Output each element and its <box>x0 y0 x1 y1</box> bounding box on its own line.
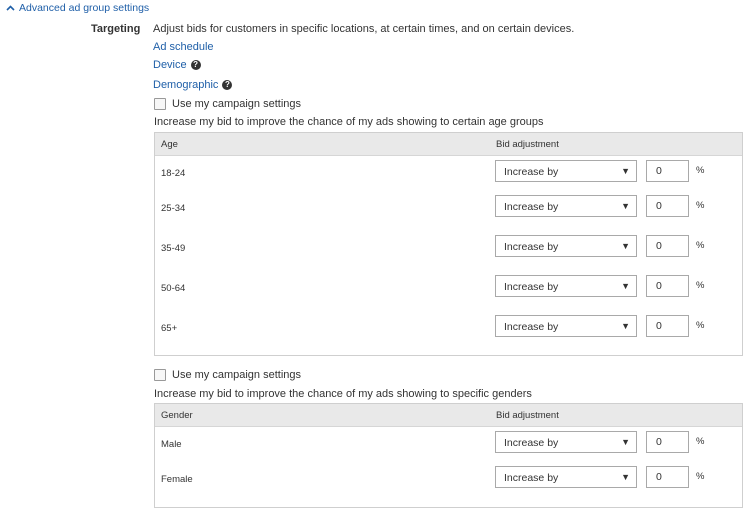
advanced-settings-label: Advanced ad group settings <box>19 2 150 14</box>
gender-use-campaign-checkbox[interactable] <box>154 369 166 381</box>
table-row: 65+ Increase by ▼ 0 % <box>155 311 742 351</box>
gender-column-header: Gender <box>161 410 193 421</box>
gender-table-header: Gender Bid adjustment <box>155 404 742 427</box>
dropdown-arrow-icon: ▼ <box>621 281 630 291</box>
demographic-link[interactable]: Demographic ? <box>153 79 233 91</box>
dropdown-arrow-icon: ▼ <box>621 201 630 211</box>
bid-mode-value: Increase by <box>504 472 559 484</box>
table-row: Male Increase by ▼ 0 % <box>155 427 742 462</box>
percent-unit: % <box>696 436 705 447</box>
bid-mode-select[interactable]: Increase by ▼ <box>495 431 637 453</box>
dropdown-arrow-icon: ▼ <box>621 166 630 176</box>
age-range-label: 25-34 <box>161 203 186 214</box>
age-table-header: Age Bid adjustment <box>155 133 742 156</box>
bid-mode-select[interactable]: Increase by ▼ <box>495 315 637 337</box>
ad-schedule-link-label: Ad schedule <box>153 41 214 53</box>
bid-percent-input[interactable]: 0 <box>646 160 689 182</box>
age-description: Increase my bid to improve the chance of… <box>154 116 544 128</box>
bid-percent-input[interactable]: 0 <box>646 275 689 297</box>
bid-mode-select[interactable]: Increase by ▼ <box>495 235 637 257</box>
bid-mode-value: Increase by <box>504 321 559 333</box>
bid-mode-select[interactable]: Increase by ▼ <box>495 195 637 217</box>
table-row: 50-64 Increase by ▼ 0 % <box>155 271 742 311</box>
bid-mode-value: Increase by <box>504 166 559 178</box>
device-link-label: Device <box>153 59 187 71</box>
gender-label: Female <box>161 474 193 485</box>
age-range-label: 50-64 <box>161 283 186 294</box>
table-row: 18-24 Increase by ▼ 0 % <box>155 156 742 191</box>
age-use-campaign-settings[interactable]: Use my campaign settings <box>154 98 301 110</box>
dropdown-arrow-icon: ▼ <box>621 437 630 447</box>
bid-percent-input[interactable]: 0 <box>646 315 689 337</box>
gender-description: Increase my bid to improve the chance of… <box>154 388 532 400</box>
demographic-link-label: Demographic <box>153 79 219 91</box>
advanced-settings-toggle[interactable]: Advanced ad group settings <box>6 2 149 14</box>
targeting-description: Adjust bids for customers in specific lo… <box>153 23 575 35</box>
age-range-label: 65+ <box>161 323 178 334</box>
bid-percent-input[interactable]: 0 <box>646 431 689 453</box>
ad-schedule-link[interactable]: Ad schedule <box>153 41 214 53</box>
bid-mode-select[interactable]: Increase by ▼ <box>495 275 637 297</box>
gender-use-campaign-settings[interactable]: Use my campaign settings <box>154 369 301 381</box>
percent-unit: % <box>696 280 705 291</box>
age-bid-table: Age Bid adjustment 18-24 Increase by ▼ 0… <box>154 132 743 356</box>
age-use-campaign-label: Use my campaign settings <box>172 98 301 110</box>
bid-mode-value: Increase by <box>504 241 559 253</box>
age-column-header: Age <box>161 139 178 150</box>
percent-unit: % <box>696 165 705 176</box>
bid-mode-select[interactable]: Increase by ▼ <box>495 160 637 182</box>
age-range-label: 35-49 <box>161 243 186 254</box>
bid-mode-value: Increase by <box>504 437 559 449</box>
help-icon[interactable]: ? <box>222 80 233 90</box>
bid-percent-input[interactable]: 0 <box>646 195 689 217</box>
percent-unit: % <box>696 240 705 251</box>
gender-bid-table: Gender Bid adjustment Male Increase by ▼… <box>154 403 743 508</box>
table-row: Female Increase by ▼ 0 % <box>155 462 742 502</box>
targeting-label: Targeting <box>91 23 141 35</box>
bid-adjustment-column-header: Bid adjustment <box>496 410 559 421</box>
bid-percent-input[interactable]: 0 <box>646 235 689 257</box>
table-row: 25-34 Increase by ▼ 0 % <box>155 191 742 231</box>
bid-adjustment-column-header: Bid adjustment <box>496 139 559 150</box>
table-row: 35-49 Increase by ▼ 0 % <box>155 231 742 271</box>
bid-mode-select[interactable]: Increase by ▼ <box>495 466 637 488</box>
help-icon[interactable]: ? <box>190 60 201 70</box>
age-range-label: 18-24 <box>161 168 186 179</box>
bid-mode-value: Increase by <box>504 281 559 293</box>
dropdown-arrow-icon: ▼ <box>621 472 630 482</box>
device-link[interactable]: Device ? <box>153 59 201 71</box>
dropdown-arrow-icon: ▼ <box>621 321 630 331</box>
percent-unit: % <box>696 200 705 211</box>
bid-percent-input[interactable]: 0 <box>646 466 689 488</box>
dropdown-arrow-icon: ▼ <box>621 241 630 251</box>
gender-use-campaign-label: Use my campaign settings <box>172 369 301 381</box>
chevron-up-icon <box>6 5 15 11</box>
age-use-campaign-checkbox[interactable] <box>154 98 166 110</box>
bid-mode-value: Increase by <box>504 201 559 213</box>
gender-label: Male <box>161 439 182 450</box>
percent-unit: % <box>696 320 705 331</box>
percent-unit: % <box>696 471 705 482</box>
